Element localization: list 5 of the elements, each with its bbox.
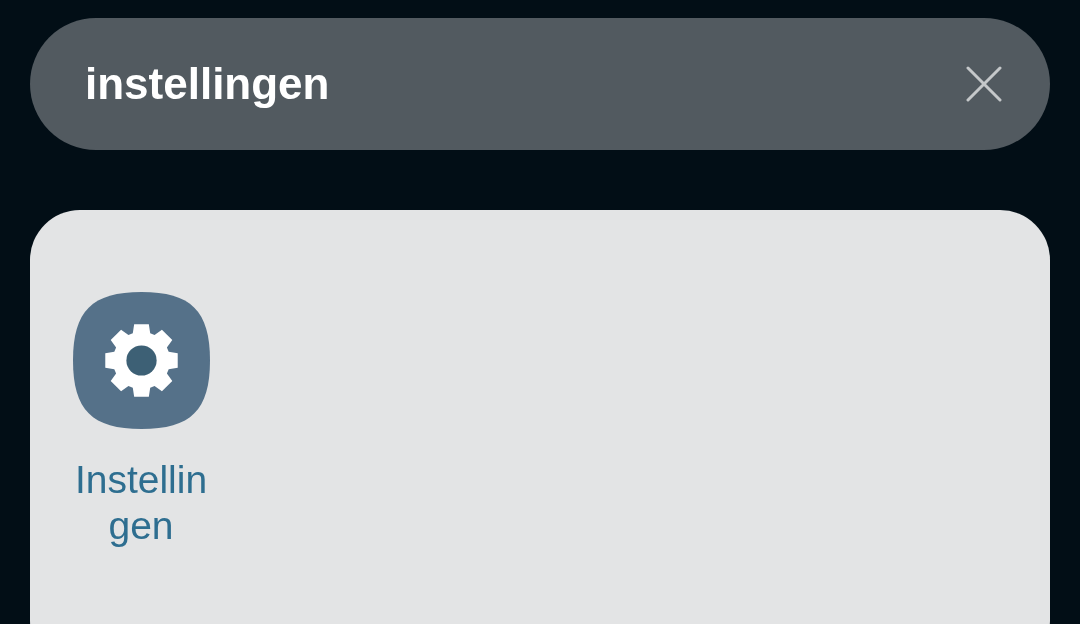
close-icon xyxy=(966,66,1002,102)
gear-icon xyxy=(72,292,210,429)
search-field[interactable]: instellingen xyxy=(30,18,1050,150)
search-input[interactable]: instellingen xyxy=(85,54,958,114)
app-shortcut[interactable]: Instellingen xyxy=(68,292,214,549)
